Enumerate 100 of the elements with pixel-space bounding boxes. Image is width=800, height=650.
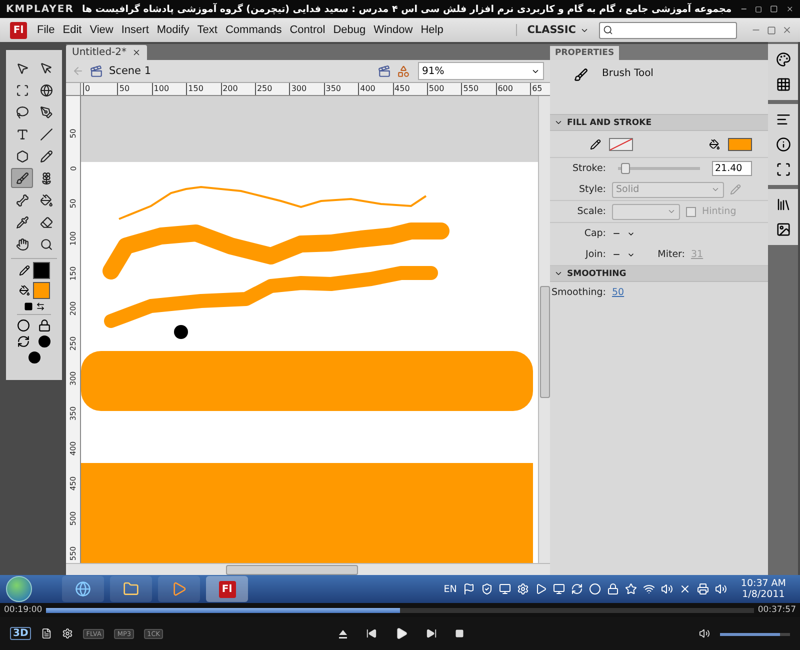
vertical-scrollbar[interactable]	[538, 96, 550, 563]
menu-item[interactable]: File	[33, 22, 59, 38]
object-drawing-icon[interactable]	[17, 319, 30, 332]
fill-color-swatch[interactable]	[728, 138, 752, 150]
taskbar-button[interactable]	[62, 576, 104, 602]
settings-icon[interactable]	[62, 628, 74, 639]
clapperboard-icon[interactable]	[378, 64, 391, 78]
horizontal-scrollbar[interactable]	[66, 563, 550, 575]
hinting-checkbox[interactable]	[686, 206, 696, 216]
library-icon[interactable]	[776, 197, 790, 212]
palette-icon[interactable]	[776, 52, 790, 67]
printer-icon[interactable]	[696, 583, 709, 595]
smoothing-value[interactable]: 50	[612, 287, 624, 298]
stroke-field[interactable]: 21.40	[712, 161, 752, 176]
shapes-icon[interactable]	[397, 64, 410, 78]
play-icon[interactable]	[395, 627, 408, 640]
menu-item[interactable]: Edit	[58, 22, 86, 38]
lock-icon[interactable]	[606, 583, 619, 595]
ruler-label: 150	[186, 83, 221, 95]
ruler-label: 50	[117, 83, 152, 95]
section-header[interactable]: FILL AND STROKE	[550, 115, 768, 131]
total-time: 00:37:57	[758, 605, 796, 615]
cross-icon[interactable]	[678, 583, 691, 595]
swap-colors-icon[interactable]	[36, 302, 44, 311]
start-button[interactable]	[6, 576, 32, 602]
field-label: Cap:	[583, 228, 606, 239]
default-colors-icon[interactable]	[24, 302, 32, 311]
field-label: Smoothing:	[550, 287, 606, 298]
lock-icon[interactable]	[38, 319, 51, 332]
taskbar-button[interactable]: Fl	[206, 576, 248, 602]
next-icon[interactable]	[426, 628, 437, 639]
taskbar-button[interactable]	[158, 576, 200, 602]
ruler-label: 500	[426, 83, 462, 95]
mode-button[interactable]: 3D	[10, 627, 32, 640]
menu-item[interactable]: Window	[370, 22, 417, 38]
no-color-swatch[interactable]	[609, 138, 633, 150]
document-tab[interactable]: Untitled-2*	[66, 45, 147, 60]
search-icon	[603, 25, 613, 35]
close-icon[interactable]	[132, 48, 141, 57]
lasso-icon	[16, 106, 28, 118]
menu-item[interactable]: Insert	[117, 22, 153, 38]
volume-icon[interactable]	[699, 628, 710, 639]
pointer-icon	[40, 62, 52, 74]
volume-icon[interactable]	[714, 583, 727, 595]
hand-icon	[16, 238, 28, 250]
brush-size-icon[interactable]	[38, 335, 51, 348]
taskbar-button[interactable]	[110, 576, 152, 602]
restore-icon[interactable]	[755, 4, 762, 14]
seek-bar[interactable]	[46, 608, 754, 612]
sphere-icon	[40, 84, 52, 96]
scroll-thumb[interactable]	[540, 286, 550, 398]
menu-item[interactable]: Modify	[152, 22, 194, 38]
section-header[interactable]: SMOOTHING	[550, 266, 768, 282]
clock[interactable]: 10:37 AM 1/8/2011	[732, 578, 794, 600]
menu-item[interactable]: Debug	[329, 22, 370, 38]
search-field[interactable]	[599, 22, 737, 38]
image-icon[interactable]	[776, 222, 790, 237]
monitor-icon[interactable]	[552, 583, 565, 595]
grid-icon[interactable]	[776, 77, 790, 92]
refresh-icon[interactable]	[570, 583, 583, 595]
align-icon[interactable]	[776, 112, 790, 127]
monitor-icon[interactable]	[498, 583, 511, 595]
menu-item[interactable]: Help	[416, 22, 448, 38]
color-swatch[interactable]	[32, 262, 50, 279]
gear-icon[interactable]	[516, 583, 529, 595]
slider-thumb[interactable]	[620, 163, 630, 174]
transform-icon[interactable]	[776, 162, 790, 177]
zoom-dropdown[interactable]: 91%	[418, 62, 544, 80]
line-icon	[40, 128, 52, 140]
menu-item[interactable]: Text	[193, 22, 222, 38]
brush-mode-icon[interactable]	[17, 335, 30, 348]
shield-icon[interactable]	[480, 583, 493, 595]
color-swatch[interactable]	[32, 282, 50, 299]
star-icon[interactable]	[624, 583, 637, 595]
close-icon[interactable]	[782, 25, 792, 35]
brush-shape-icon[interactable]	[28, 351, 40, 364]
stop-icon[interactable]	[455, 629, 464, 638]
previous-icon[interactable]	[366, 628, 377, 639]
field-label: Stroke:	[572, 163, 606, 174]
scroll-thumb[interactable]	[226, 564, 358, 574]
tool-name: Brush Tool	[602, 68, 654, 79]
eraser-icon	[40, 216, 52, 228]
document-icon[interactable]	[41, 628, 52, 639]
menu-item[interactable]: Commands	[221, 22, 286, 38]
menu-item[interactable]: Control	[286, 22, 330, 38]
brush-tool[interactable]	[11, 168, 33, 188]
scene-name: Scene 1	[109, 65, 152, 77]
eject-icon[interactable]	[338, 628, 348, 638]
language-indicator[interactable]: EN	[444, 584, 457, 594]
speaker-icon[interactable]	[660, 583, 673, 595]
dot-shape	[174, 325, 188, 339]
play-icon[interactable]	[534, 583, 547, 595]
circle-icon[interactable]	[588, 583, 601, 595]
maximize-icon[interactable]	[770, 4, 778, 14]
info-icon[interactable]	[776, 137, 790, 152]
flag-icon[interactable]	[462, 583, 475, 595]
menu-item[interactable]: View	[86, 22, 118, 38]
close-icon[interactable]	[786, 4, 794, 14]
pencil-icon	[730, 184, 741, 195]
panel-tab[interactable]: PROPERTIES	[550, 46, 620, 60]
